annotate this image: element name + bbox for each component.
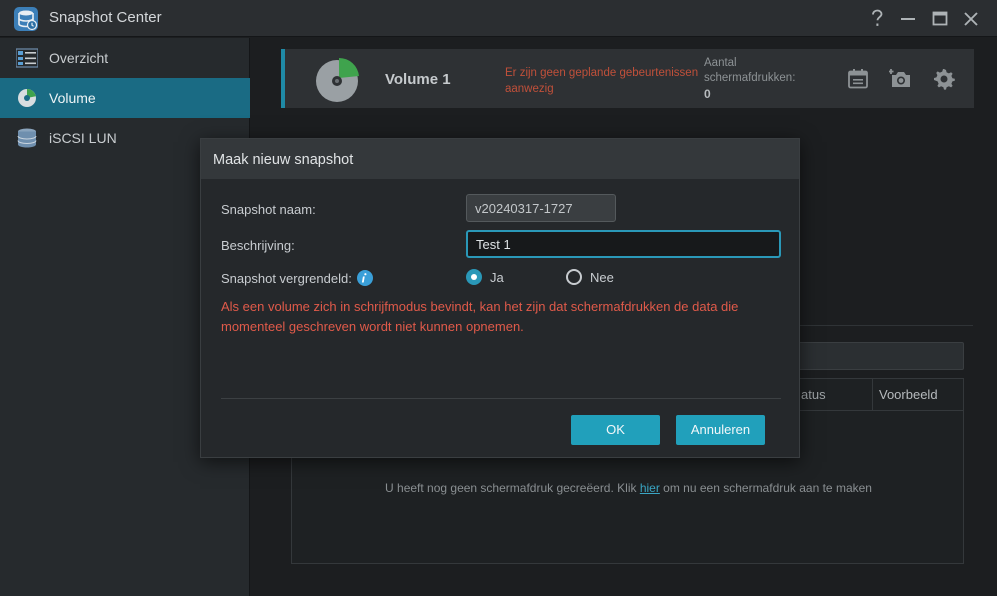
write-mode-warning: Als een volume zich in schrijfmodus bevi… xyxy=(221,299,739,334)
dialog-title: Maak nieuw snapshot xyxy=(213,152,354,168)
maximize-icon[interactable] xyxy=(927,6,953,32)
info-icon[interactable] xyxy=(357,270,373,286)
title-bar: Snapshot Center xyxy=(0,0,997,37)
dialog-divider xyxy=(221,398,781,399)
take-snapshot-camera-icon[interactable] xyxy=(889,67,913,91)
lock-yes-radio[interactable] xyxy=(466,269,482,285)
snapshot-search-input[interactable] xyxy=(790,342,964,370)
volume-disk-icon xyxy=(18,89,36,107)
lock-no-label[interactable]: Nee xyxy=(590,270,614,285)
sidebar-item-volume[interactable]: Volume xyxy=(0,78,250,118)
app-logo-icon xyxy=(14,7,38,31)
volume-disk-icon xyxy=(316,57,359,102)
description-field[interactable] xyxy=(466,230,781,258)
help-icon[interactable] xyxy=(864,6,890,32)
column-divider xyxy=(872,379,873,410)
database-icon xyxy=(17,128,37,148)
column-header-status[interactable]: atus xyxy=(801,387,826,402)
create-snapshot-link[interactable]: hier xyxy=(640,481,660,495)
settings-gear-icon[interactable] xyxy=(932,67,956,91)
volume-name: Volume 1 xyxy=(385,71,451,88)
snapshot-count-label: Aantal schermafdrukken: xyxy=(704,57,796,84)
snapshot-name-label: Snapshot naam: xyxy=(221,202,316,217)
snapshot-count: 0 xyxy=(704,87,711,101)
empty-message-prefix: U heeft nog geen schermafdruk gecreëerd.… xyxy=(385,481,640,495)
empty-table-message: U heeft nog geen schermafdruk gecreëerd.… xyxy=(292,481,965,495)
minimize-icon[interactable] xyxy=(895,6,921,32)
lock-no-radio[interactable] xyxy=(566,269,582,285)
new-snapshot-dialog: Maak nieuw snapshot Snapshot naam: Besch… xyxy=(200,138,800,458)
lock-yes-label[interactable]: Ja xyxy=(490,270,504,285)
dialog-header: Maak nieuw snapshot xyxy=(201,139,799,179)
schedule-warning: Er zijn geen geplande gebeurtenissen aan… xyxy=(505,67,699,95)
close-icon[interactable] xyxy=(958,6,984,32)
snapshot-name-field[interactable] xyxy=(466,194,616,222)
empty-message-suffix: om nu een schermafdruk aan te maken xyxy=(659,481,872,495)
volume-header: Volume 1 Er zijn geen geplande gebeurten… xyxy=(281,49,974,108)
schedule-calendar-icon[interactable] xyxy=(846,67,870,91)
column-header-preview[interactable]: Voorbeeld xyxy=(879,387,938,402)
ok-button[interactable]: OK xyxy=(571,415,660,445)
sidebar-item-label: Volume xyxy=(49,90,96,106)
sidebar-item-label: Overzicht xyxy=(49,50,109,66)
sidebar-item-overzicht[interactable]: Overzicht xyxy=(0,38,250,78)
overview-icon xyxy=(16,48,38,68)
cancel-button[interactable]: Annuleren xyxy=(676,415,765,445)
description-label: Beschrijving: xyxy=(221,238,295,253)
snapshot-lock-label: Snapshot vergrendeld: xyxy=(221,271,352,286)
sidebar-item-label: iSCSI LUN xyxy=(49,130,117,146)
window-title: Snapshot Center xyxy=(49,9,162,26)
